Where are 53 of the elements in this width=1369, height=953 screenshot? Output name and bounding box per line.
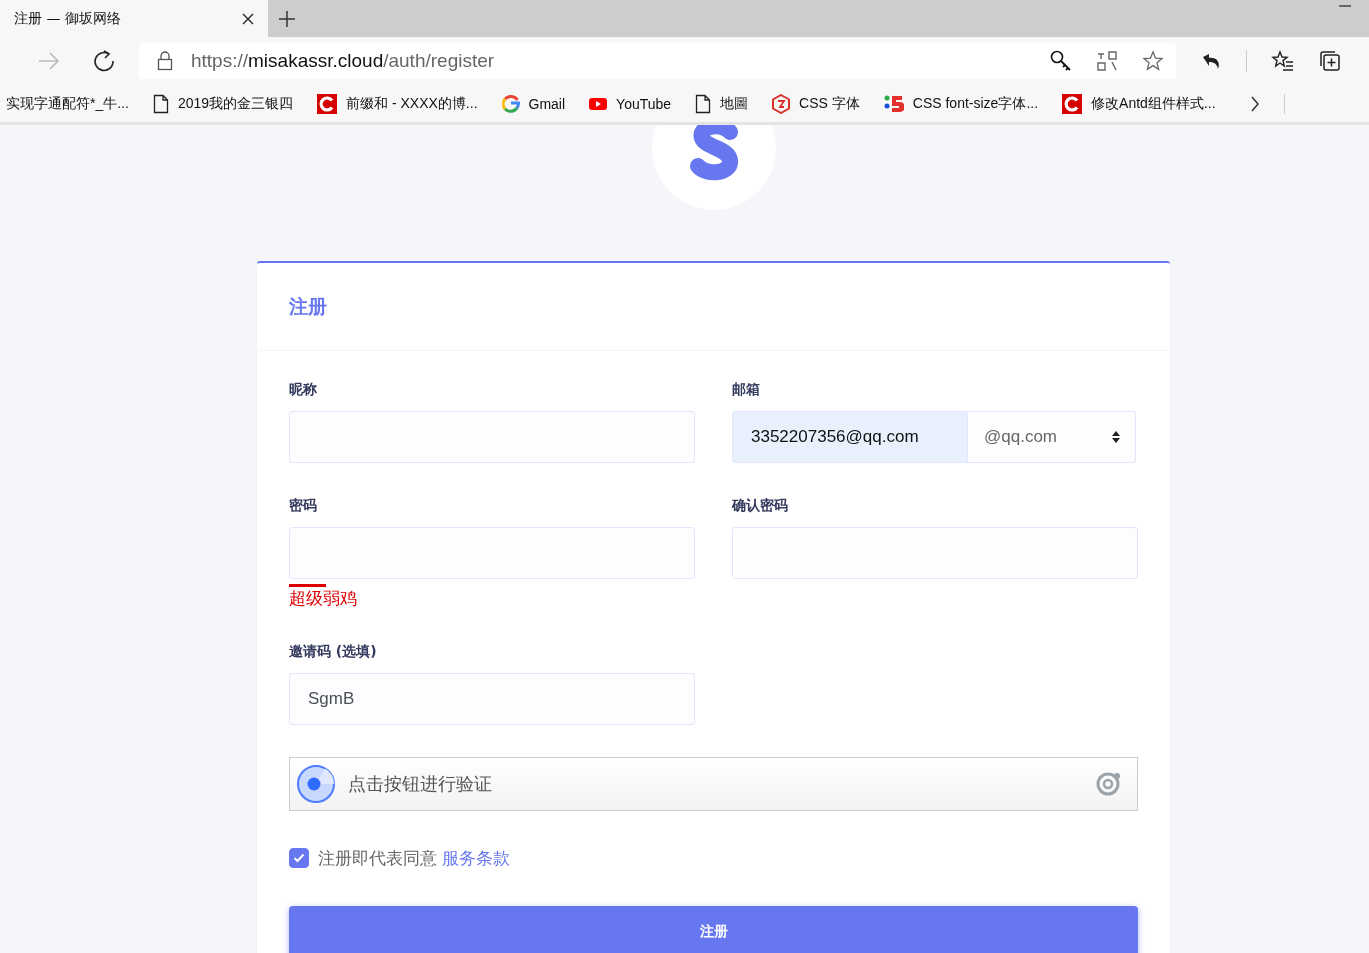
page-icon bbox=[695, 93, 712, 114]
c-logo-icon bbox=[1062, 93, 1083, 114]
bookmark[interactable]: Gmail bbox=[501, 94, 566, 113]
bookmark[interactable]: 地圖 bbox=[695, 93, 749, 114]
checkbox[interactable] bbox=[289, 848, 309, 868]
field-label: 邀请码 (选填) bbox=[289, 642, 378, 661]
verification-logo-icon bbox=[1095, 770, 1123, 798]
field-label: 确认密码 bbox=[732, 496, 789, 515]
bookmark[interactable]: 前缀和 - XXXX的博... bbox=[317, 93, 478, 114]
key-icon[interactable] bbox=[1050, 50, 1072, 72]
refresh-icon[interactable] bbox=[93, 50, 115, 72]
url-text[interactable]: https://misakassr.cloud/auth/register bbox=[191, 50, 495, 72]
favorites-icon[interactable] bbox=[1271, 50, 1295, 72]
tab-title: 注册 — 御坂网络 bbox=[14, 9, 122, 28]
lock-icon bbox=[157, 51, 173, 71]
c-logo-icon bbox=[317, 93, 338, 114]
radar-icon bbox=[296, 764, 336, 804]
page-icon bbox=[152, 93, 169, 114]
input-field[interactable]: SgmB bbox=[289, 673, 695, 725]
domain-select[interactable]: @qq.com bbox=[968, 411, 1136, 463]
sort-caret-icon bbox=[1111, 430, 1121, 444]
bookmark[interactable]: YouTube bbox=[589, 95, 672, 112]
bookmark[interactable]: CSS font-size字体... bbox=[883, 93, 1039, 114]
chevron-right-icon[interactable] bbox=[1249, 95, 1260, 112]
bookmark[interactable]: 2019我的金三银四 bbox=[152, 93, 294, 114]
field-label: 昵称 bbox=[289, 380, 318, 399]
hexagon-icon bbox=[772, 93, 791, 114]
input-field[interactable] bbox=[289, 411, 695, 463]
field-label: 邮箱 bbox=[732, 380, 761, 399]
collections-icon[interactable] bbox=[1319, 50, 1341, 72]
agreement-text: 注册即代表同意 服务条款 bbox=[318, 846, 511, 870]
bookmark[interactable]: 修改Antd组件样式... bbox=[1062, 93, 1216, 114]
field-label: 密码 bbox=[289, 496, 318, 515]
star-icon[interactable] bbox=[1142, 50, 1164, 72]
video-play-icon bbox=[589, 96, 608, 111]
register-button[interactable]: 注册 bbox=[289, 906, 1138, 953]
strength-text: 超级弱鸡 bbox=[289, 587, 358, 609]
browser-tab[interactable]: 注册 — 御坂网络 bbox=[0, 0, 268, 37]
captcha-button[interactable]: 点击按钮进行验证 bbox=[289, 757, 1138, 811]
close-icon[interactable] bbox=[242, 12, 254, 25]
five-logo-icon bbox=[883, 93, 904, 114]
card-title: 注册 bbox=[289, 293, 327, 319]
bookmark[interactable]: CSS 字体 bbox=[772, 93, 860, 114]
bookmark[interactable]: 实现字通配符*_牛... bbox=[6, 94, 129, 113]
undo-icon[interactable] bbox=[1200, 51, 1222, 71]
google-icon bbox=[501, 94, 520, 113]
translate-icon[interactable] bbox=[1096, 50, 1118, 72]
password-field[interactable] bbox=[732, 527, 1138, 579]
checkmark-icon bbox=[293, 853, 305, 863]
address-bar[interactable]: https://misakassr.cloud/auth/register bbox=[139, 43, 1176, 79]
terms-link[interactable]: 服务条款 bbox=[442, 847, 511, 868]
email-field[interactable]: 3352207356@qq.com bbox=[732, 411, 968, 463]
password-field[interactable] bbox=[289, 527, 695, 579]
